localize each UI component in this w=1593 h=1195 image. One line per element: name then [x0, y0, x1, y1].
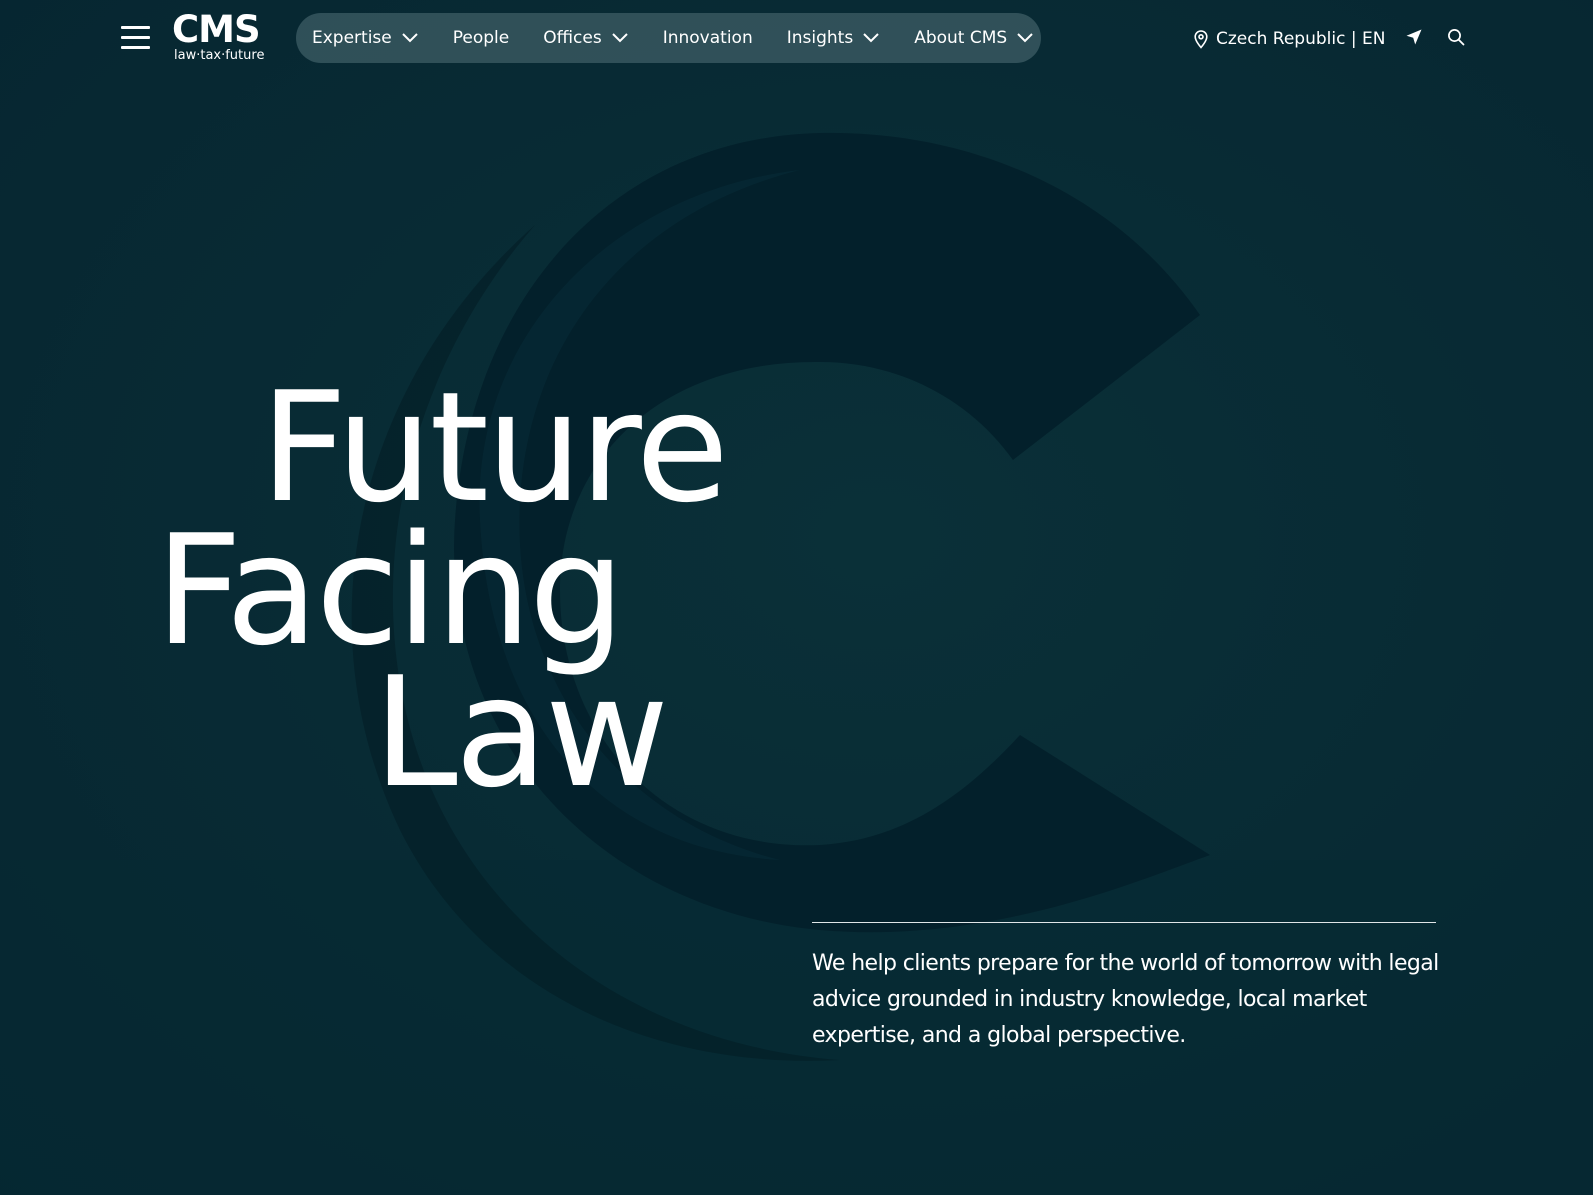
- chevron-down-icon: [402, 33, 418, 43]
- hero-divider: [812, 922, 1436, 923]
- nav-item-label: People: [452, 28, 510, 48]
- nav-item-label: About CMS: [914, 28, 1008, 48]
- chevron-down-icon: [1017, 33, 1033, 43]
- nav-item-innovation[interactable]: Innovation: [663, 13, 753, 63]
- logo-mark: CMS: [172, 8, 261, 51]
- nav-item-label: Innovation: [662, 28, 753, 48]
- chevron-down-icon: [612, 33, 628, 43]
- country-label: Czech Republic | EN: [1216, 29, 1386, 49]
- nav-item-people[interactable]: People: [453, 13, 509, 63]
- nav-item-insights[interactable]: Insights: [787, 13, 880, 63]
- main-nav: Expertise People Offices Innovation Insi…: [296, 13, 1041, 63]
- navigation-arrow-icon[interactable]: [1405, 28, 1423, 46]
- nav-item-label: Expertise: [312, 28, 392, 48]
- location-pin-icon: [1194, 29, 1208, 49]
- country-selector[interactable]: Czech Republic | EN: [1194, 26, 1385, 52]
- search-icon[interactable]: [1447, 28, 1465, 46]
- nav-item-label: Insights: [786, 28, 854, 48]
- nav-item-expertise[interactable]: Expertise: [312, 13, 419, 63]
- nav-item-label: Offices: [543, 28, 602, 48]
- chevron-down-icon: [863, 33, 879, 43]
- nav-item-about-cms[interactable]: About CMS: [914, 13, 1034, 63]
- hero-intro-text: We help clients prepare for the world of…: [812, 951, 1439, 1048]
- hamburger-menu-icon[interactable]: [121, 25, 151, 51]
- cms-logo[interactable]: CMS law·tax·future: [172, 10, 277, 66]
- logo-tagline: law·tax·future: [174, 48, 265, 63]
- nav-item-offices[interactable]: Offices: [543, 13, 628, 63]
